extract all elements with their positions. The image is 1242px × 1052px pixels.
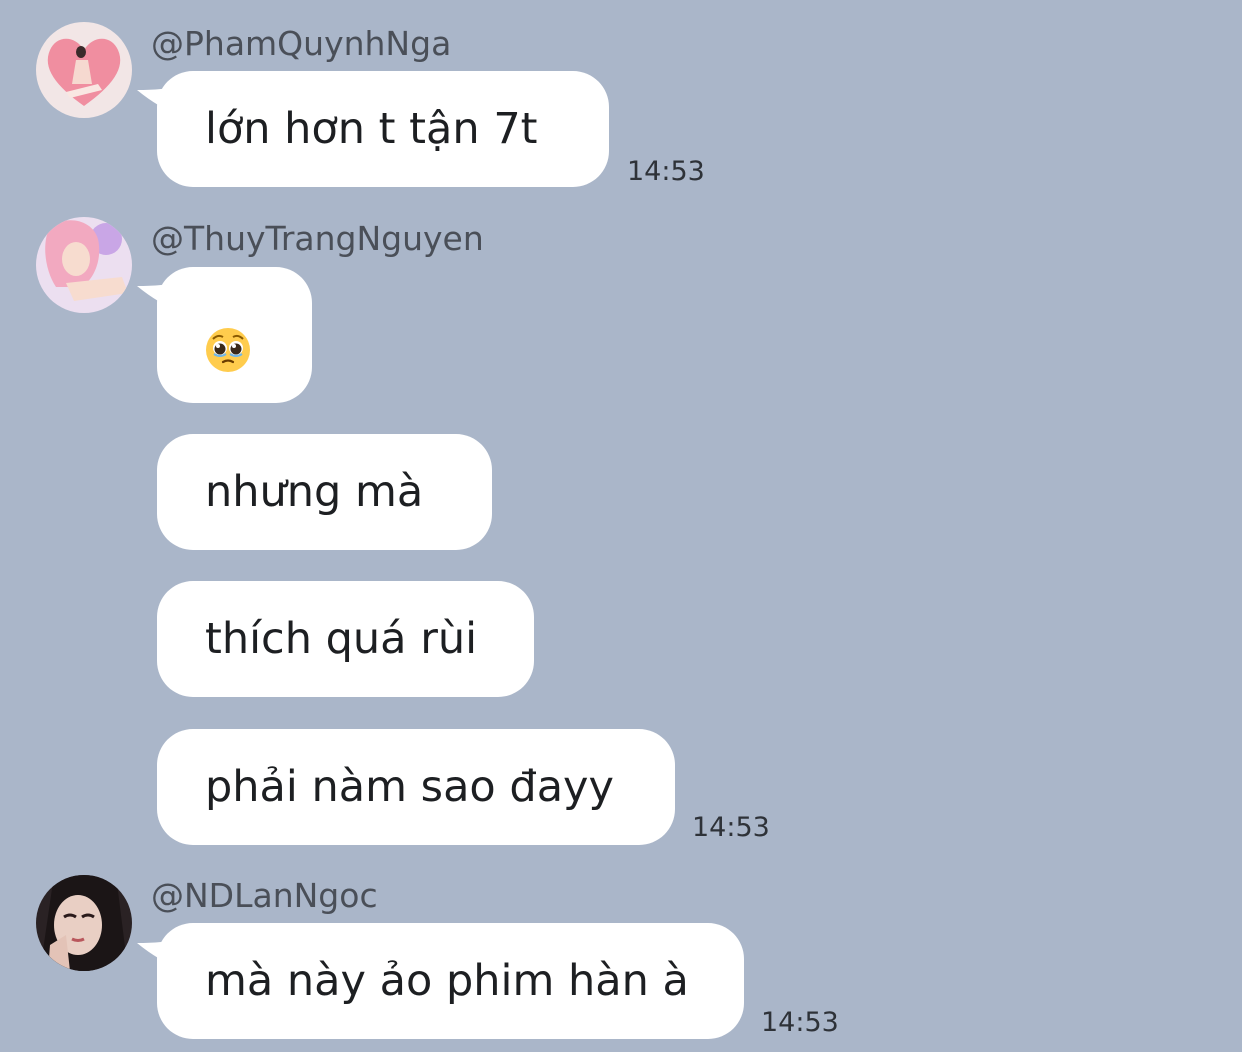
avatar[interactable] bbox=[36, 22, 132, 118]
message-text: mà này ảo phim hàn à bbox=[205, 956, 689, 1006]
message-bubble[interactable]: phải nàm sao đayy bbox=[157, 729, 675, 845]
message-bubble[interactable]: nhưng mà bbox=[157, 434, 492, 550]
message-text: thích quá rùi bbox=[205, 614, 478, 664]
message-timestamp: 14:53 bbox=[627, 156, 705, 187]
avatar[interactable] bbox=[36, 217, 132, 313]
message-bubble-emoji[interactable] bbox=[157, 267, 312, 403]
sender-username[interactable]: @PhamQuynhNga bbox=[151, 24, 451, 64]
message-timestamp: 14:53 bbox=[692, 812, 770, 843]
sender-username[interactable]: @NDLanNgoc bbox=[151, 876, 378, 916]
message-timestamp: 14:53 bbox=[761, 1007, 839, 1038]
message-text: phải nàm sao đayy bbox=[205, 762, 614, 812]
message-text: nhưng mà bbox=[205, 467, 424, 517]
message-bubble[interactable]: lớn hơn t tận 7t bbox=[157, 71, 609, 187]
avatar[interactable] bbox=[36, 875, 132, 971]
sender-username[interactable]: @ThuyTrangNguyen bbox=[151, 219, 484, 259]
message-text: lớn hơn t tận 7t bbox=[205, 104, 538, 154]
pleading-face-icon bbox=[205, 301, 251, 372]
message-bubble[interactable]: thích quá rùi bbox=[157, 581, 534, 697]
message-bubble[interactable]: mà này ảo phim hàn à bbox=[157, 923, 744, 1039]
